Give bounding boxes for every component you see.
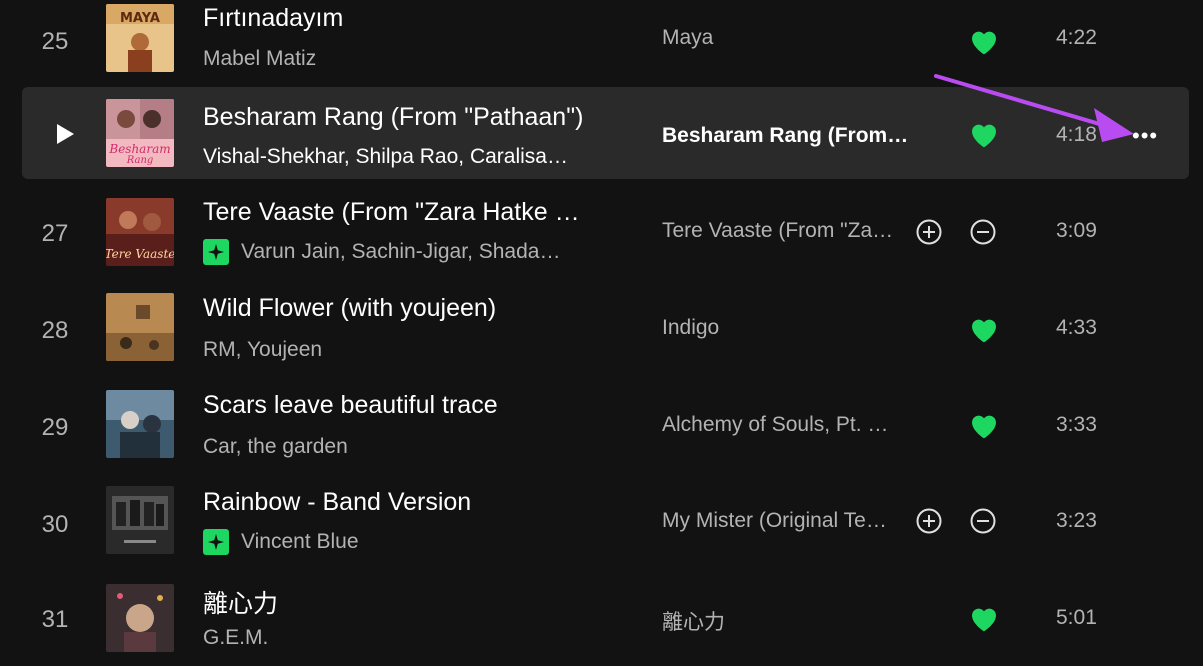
track-title[interactable]: Scars leave beautiful trace: [203, 391, 498, 420]
track-row-30[interactable]: 30 Rainbow - Band Version Vincent Blue M…: [22, 476, 1189, 568]
track-title[interactable]: Rainbow - Band Version: [203, 488, 471, 517]
track-row-29[interactable]: 29 Scars leave beautiful trace Car, the …: [22, 380, 1189, 472]
album-name[interactable]: Besharam Rang (From…: [662, 124, 908, 148]
album-name[interactable]: My Mister (Original Te…: [662, 509, 887, 533]
track-artists[interactable]: Car, the garden: [203, 435, 348, 459]
track-number: 27: [41, 220, 69, 247]
track-duration: 4:33: [1056, 316, 1097, 339]
track-title[interactable]: Besharam Rang (From "Pathaan"): [203, 103, 583, 132]
track-title[interactable]: Fırtınadayım: [203, 4, 343, 33]
artist-names[interactable]: RM, Youjeen: [203, 338, 322, 362]
track-number: 31: [41, 606, 69, 633]
sparkle-icon: [203, 529, 229, 555]
artist-names[interactable]: Varun Jain, Sachin-Jigar, Shada…: [241, 240, 560, 264]
svg-text:MAYA: MAYA: [120, 11, 160, 26]
plus-circle-icon[interactable]: [916, 508, 942, 534]
annotation-arrow: [934, 74, 1134, 142]
track-duration: 3:23: [1056, 509, 1097, 532]
heart-icon[interactable]: [968, 410, 1000, 440]
album-cover: Tere Vaaste: [106, 198, 174, 266]
track-row-28[interactable]: 28 Wild Flower (with youjeen) RM, Youjee…: [22, 283, 1189, 375]
track-artists[interactable]: G.E.M.: [203, 626, 268, 650]
album-cover: MAYA: [106, 4, 174, 72]
album-cover: Besharam Rang: [106, 99, 174, 167]
album-name[interactable]: Maya: [662, 26, 713, 50]
artist-names[interactable]: Vishal-Shekhar, Shilpa Rao, Caralisa…: [203, 145, 568, 169]
track-number: 29: [41, 414, 69, 441]
track-duration: 3:33: [1056, 413, 1097, 436]
album-cover: [106, 390, 174, 458]
album-name[interactable]: Indigo: [662, 316, 719, 340]
track-number: 25: [41, 28, 69, 55]
plus-circle-icon[interactable]: [916, 219, 942, 245]
track-title[interactable]: Wild Flower (with youjeen): [203, 294, 496, 323]
heart-icon[interactable]: [968, 314, 1000, 344]
track-title[interactable]: 離心力: [203, 584, 278, 620]
artist-names[interactable]: Vincent Blue: [241, 530, 359, 554]
sparkle-icon: [203, 239, 229, 265]
album-cover: [106, 486, 174, 554]
artist-names[interactable]: Car, the garden: [203, 435, 348, 459]
track-title[interactable]: Tere Vaaste (From "Zara Hatke …: [203, 198, 580, 227]
heart-icon[interactable]: [968, 26, 1000, 56]
track-row-31[interactable]: 31 離心力 G.E.M. 離心力 5:01: [22, 574, 1189, 666]
album-name[interactable]: Alchemy of Souls, Pt. …: [662, 413, 888, 437]
album-cover: [106, 584, 174, 652]
minus-circle-icon[interactable]: [970, 219, 996, 245]
track-duration: 5:01: [1056, 606, 1097, 629]
track-artists[interactable]: Varun Jain, Sachin-Jigar, Shada…: [203, 239, 560, 265]
svg-text:Tere Vaaste: Tere Vaaste: [106, 247, 174, 261]
svg-text:Rang: Rang: [126, 155, 154, 166]
track-artists[interactable]: RM, Youjeen: [203, 338, 322, 362]
track-artists[interactable]: Vishal-Shekhar, Shilpa Rao, Caralisa…: [203, 145, 568, 169]
artist-names[interactable]: Mabel Matiz: [203, 47, 316, 71]
minus-circle-icon[interactable]: [970, 508, 996, 534]
svg-text:Besharam: Besharam: [108, 142, 170, 156]
album-name[interactable]: Tere Vaaste (From "Za…: [662, 219, 893, 243]
artist-names[interactable]: G.E.M.: [203, 626, 268, 650]
album-name[interactable]: 離心力: [662, 606, 725, 636]
track-artists[interactable]: Vincent Blue: [203, 529, 359, 555]
track-row-27[interactable]: 27 Tere Vaaste Tere Vaaste (From "Zara H…: [22, 186, 1189, 278]
album-cover: [106, 293, 174, 361]
track-duration: 3:09: [1056, 219, 1097, 242]
track-duration: 4:22: [1056, 26, 1097, 49]
play-icon[interactable]: [54, 122, 76, 146]
track-number: 30: [41, 511, 69, 538]
heart-icon[interactable]: [968, 603, 1000, 633]
track-number: 28: [41, 317, 69, 344]
track-artists[interactable]: Mabel Matiz: [203, 47, 316, 71]
